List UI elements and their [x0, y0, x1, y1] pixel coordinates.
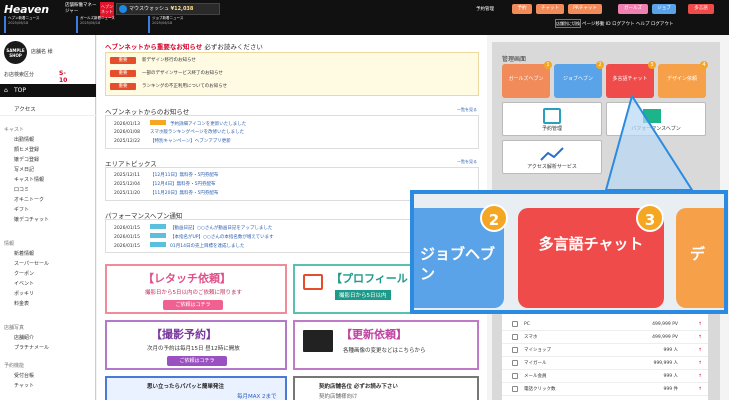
list-item[interactable]: 2025/12/11 【12月11日】無料券・5円券配布	[114, 172, 218, 178]
sidebar-item[interactable]: プラチナメール	[14, 344, 49, 351]
calendar-icon	[543, 108, 561, 124]
shop-name: 店舗名 様	[31, 49, 53, 55]
top-links[interactable]: ページ移動 ID ログアウト ヘルプ ログアウト	[582, 21, 673, 27]
news-box: 2026/01/13 予約詳細アイコンを更新いたしました 2026/01/08 スマ…	[105, 115, 479, 149]
management-title: 管理画面	[502, 56, 527, 63]
news-job[interactable]: ジョブ新着ニュース 2025/06/18	[148, 16, 196, 33]
list-item[interactable]: 2025/12/22 【特別キャンペーン】ヘブンアプリ更新	[114, 138, 231, 144]
sidebar-item[interactable]: イベント	[14, 280, 34, 287]
sidebar-item[interactable]: キャスト情報	[14, 176, 44, 183]
tile-access-analysis[interactable]: アクセス解析サービス	[502, 140, 602, 174]
zoom-popup: ジョブヘブン 2 多言語チャット 3 デ	[410, 190, 728, 314]
sidebar-item[interactable]: 嬢デコチャット	[14, 216, 49, 223]
sidebar: SAMPLE SHOP 店舗名 様 お店検索区分 S-10 (A-Z) TOP …	[0, 35, 96, 400]
tv-icon	[303, 274, 323, 290]
promo-icon	[119, 5, 127, 13]
reserve-order-button[interactable]: ご依頼はコチラ	[167, 356, 227, 366]
tile-job-heaven[interactable]: ジョブヘブン 2	[554, 61, 604, 98]
tile-performance[interactable]: パフォーマンスヘブン	[606, 102, 706, 136]
logo-subtitle: 店舗稼働マネージャー	[65, 3, 97, 14]
banner-contract[interactable]: 契約店舗各位 必ずお読み下さい 契約店舗様向け	[293, 376, 479, 400]
list-item[interactable]: 2026/01/08 スマホ版ランキングページを改修いたしました	[114, 129, 244, 135]
sidebar-item[interactable]: 受付台帳	[14, 372, 34, 379]
sidebar-item[interactable]: 嬢デコ登録	[14, 156, 39, 163]
banner-retouch[interactable]: 【レタッチ依頼】 撮影日から5日以内のご依頼に限ります ご依頼はコチラ	[105, 264, 287, 314]
top-bar: Heaven 店舗稼働マネージャー ヘブンネット マウスウォッシュ ¥12,03…	[0, 0, 729, 35]
news-girls[interactable]: ガールズ新着ニュース 2025/06/18	[76, 16, 124, 33]
sidebar-item[interactable]: ポッキリ	[14, 290, 34, 297]
sidebar-item[interactable]: 口コミ	[14, 186, 29, 193]
list-item[interactable]: 2026/01/15 01月14日の売上目標を達成しました	[114, 242, 244, 249]
sidebar-item[interactable]: ギフト	[14, 206, 29, 213]
sidebar-section-info: 情報	[4, 241, 15, 247]
sidebar-item[interactable]: クーポン	[14, 270, 34, 277]
heaven-logo[interactable]: Heaven	[4, 3, 60, 17]
nav-pill-chat[interactable]: チャット	[536, 4, 564, 14]
notice-row[interactable]: 重要 一部のデザインサービス終了のお知らせ	[110, 69, 223, 78]
nav-pill-girls[interactable]: ガールズ	[618, 4, 648, 14]
list-item[interactable]: 2026/01/15 【本指名がUP】○○さんの本指名数が増えています	[114, 233, 274, 240]
list-item[interactable]: 2025/11/20 【11月20日】無料券・5円券配布	[114, 190, 218, 196]
performance-icon	[643, 109, 661, 123]
line-chart-icon	[540, 147, 564, 161]
news-more-link[interactable]: 一覧を見る	[457, 107, 477, 113]
area-more-link[interactable]: 一覧を見る	[457, 159, 477, 165]
sidebar-section-cast: キャスト	[4, 127, 25, 133]
list-item[interactable]: 2026/01/15 【動画日記】○○さんが動画日記をアップしました	[114, 224, 272, 231]
important-heading: ヘブンネットから重要なお知らせ 必ずお読みください	[105, 43, 263, 51]
sidebar-item[interactable]: 出勤情報	[14, 136, 34, 143]
sidebar-item[interactable]: 新着情報	[14, 250, 34, 257]
sidebar-item[interactable]: チャット	[14, 382, 34, 389]
notice-row[interactable]: 重要 新デザイン移行のお知らせ	[110, 56, 196, 65]
sidebar-item-top[interactable]: TOP	[0, 84, 96, 97]
list-item[interactable]: 2025/12/04 【12月4日】無料券・5円券配布	[114, 181, 215, 187]
zoom-badge-3: 3	[636, 204, 664, 232]
stat-row: PC 499,999 PV ↑	[502, 318, 708, 331]
stats-panel: PC 499,999 PV ↑ スマホ 499,999 PV ↑ マイショップ 999 人…	[502, 314, 708, 400]
shop-logo: SAMPLE SHOP	[4, 41, 27, 64]
important-notice-box: 重要 新デザイン移行のお知らせ 重要 一部のデザインサービス終了のお知らせ 重要 ラン…	[105, 52, 479, 96]
stat-row: スマホ 499,999 PV ↑	[502, 331, 708, 344]
nav-pill-multilang[interactable]: 多言語	[688, 4, 714, 14]
sidebar-item[interactable]: 店舗紹介	[14, 334, 34, 341]
nav-pill-prchat[interactable]: PRチャット	[568, 4, 602, 14]
news-heaven[interactable]: ヘブン新着ニュース 2025/06/18	[4, 16, 52, 33]
nav-pill-job[interactable]: ジョブ	[652, 4, 676, 14]
sidebar-item[interactable]: オキニトーク	[14, 196, 44, 203]
computer-icon	[303, 330, 333, 352]
tile-design-request[interactable]: デザイン依頼 4	[658, 61, 708, 98]
stat-row: マイショップ 999 人 ↑	[502, 344, 708, 357]
banner-order[interactable]: 思い立ったらパパッと簡単発注 毎月MAX 2まで	[105, 376, 287, 400]
rank-label: お店検索区分 S-10 (A-Z)	[4, 70, 69, 98]
tile-multilang-chat[interactable]: 多言語チャット 3	[606, 61, 656, 98]
sidebar-item[interactable]: 顔ヒメ登録	[14, 146, 39, 153]
zoom-badge-2: 2	[480, 204, 508, 232]
stat-row: マイガール 999,999 人 ↑	[502, 357, 708, 370]
promo-banner[interactable]: マウスウォッシュ ¥12,038	[116, 3, 220, 15]
notice-row[interactable]: 重要 ランキングの不正利用についてのお知らせ	[110, 82, 227, 91]
sidebar-item-access[interactable]: アクセス	[0, 105, 96, 116]
sidebar-item[interactable]: 写メ日記	[14, 166, 34, 173]
tile-girls-heaven[interactable]: ガールズヘブン 1	[502, 61, 552, 98]
retouch-order-button[interactable]: ご依頼はコチラ	[163, 300, 223, 310]
sidebar-item[interactable]: 料金表	[14, 300, 29, 307]
banner-reserve[interactable]: 【撮影予約】 次月の予約は毎月15日 昼12時に開放 ご依頼はコチラ	[105, 320, 287, 370]
switch-shop-button[interactable]: 店舗別に切換	[555, 19, 581, 28]
sidebar-item[interactable]: スーパーセール	[14, 260, 49, 267]
nav-pill-yoyaku[interactable]: 予約	[512, 4, 532, 14]
stat-row: メール会員 999 人 ↑	[502, 370, 708, 383]
list-item[interactable]: 2026/01/13 予約詳細アイコンを更新いたしました	[114, 120, 246, 127]
sidebar-section-reserve: 予約機能	[4, 363, 25, 369]
banner-update[interactable]: 【更新依頼】 各種画像の変更などはこちらから	[293, 320, 479, 370]
stat-row: 電話クリック数 999 件 ↑	[502, 383, 708, 396]
zoom-tile-design[interactable]: デ	[676, 208, 724, 308]
yoyaku-label: 予約管理	[476, 7, 494, 12]
sidebar-section-photo: 店舗写真	[4, 325, 25, 331]
tile-reservation[interactable]: 予約管理	[502, 102, 602, 136]
